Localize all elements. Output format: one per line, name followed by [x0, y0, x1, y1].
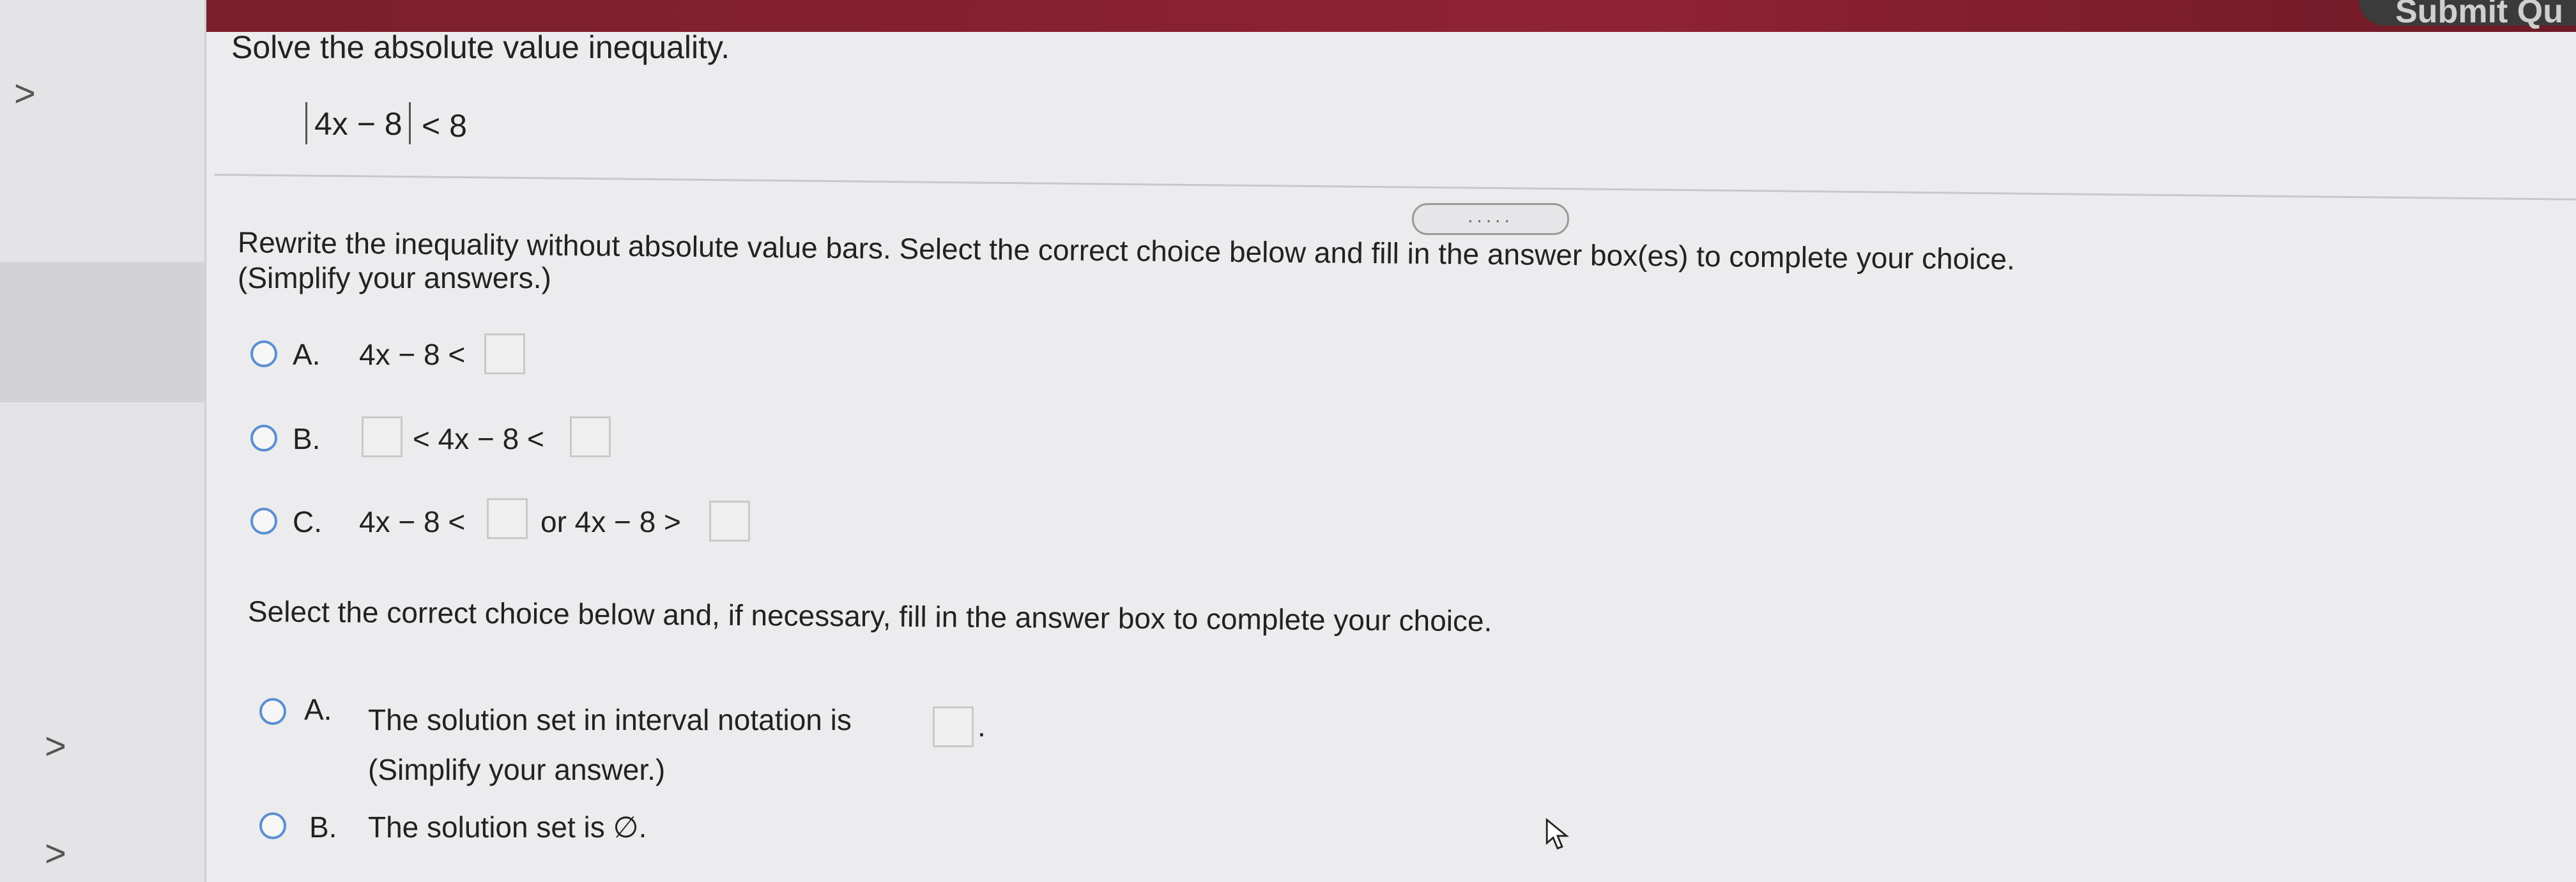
part2-choice-b-letter: B.: [309, 810, 337, 844]
question-sidebar: > > >: [0, 0, 206, 882]
sidebar-chevron-right-icon[interactable]: >: [45, 835, 66, 872]
sidebar-chevron-right-icon[interactable]: >: [45, 728, 66, 765]
part1-choice-c-letter: C.: [293, 505, 322, 538]
part2-choice-a-text: The solution set in interval notation is: [368, 703, 852, 736]
part1-choice-c-radio[interactable]: [250, 508, 277, 535]
abs-bar-right: [409, 102, 411, 144]
inequality-rhs: < 8: [422, 108, 467, 144]
part1-choice-a-expression: 4x − 8 <: [359, 338, 466, 371]
part2-choice-b-text: The solution set is ∅.: [368, 810, 647, 844]
part2-choice-a-note: (Simplify your answer.): [368, 753, 666, 786]
sidebar-chevron-right-icon[interactable]: >: [14, 75, 36, 112]
question-prompt: Solve the absolute value inequality.: [231, 29, 730, 65]
part1-choice-c-left-box[interactable]: [487, 498, 528, 539]
more-options-button[interactable]: .....: [1412, 203, 1569, 235]
submit-quiz-label: Submit Qu: [2395, 0, 2563, 30]
part1-choice-a-answer-box[interactable]: [484, 333, 525, 374]
top-banner: Submit Qu: [204, 0, 2576, 32]
submit-quiz-button[interactable]: Submit Qu: [2359, 0, 2576, 30]
part1-choice-b-radio[interactable]: [250, 425, 277, 452]
part1-choice-a-radio[interactable]: [250, 340, 277, 367]
part1-choice-a-letter: A.: [293, 338, 321, 371]
part2-choice-a-letter: A.: [304, 693, 332, 726]
part2-choice-a-answer-box[interactable]: [933, 706, 974, 747]
abs-bar-left: [305, 102, 307, 144]
sidebar-selected-band: [0, 262, 204, 402]
part1-simplify-note: (Simplify your answers.): [238, 261, 551, 294]
inequality-inner: 4x − 8: [314, 106, 402, 142]
part1-choice-b-letter: B.: [293, 422, 321, 455]
part1-choice-c-right-expression: or 4x − 8 >: [540, 505, 681, 538]
part1-choice-b-left-box[interactable]: [362, 416, 402, 457]
part1-choice-c-right-box[interactable]: [709, 501, 750, 542]
part2-choice-b-radio[interactable]: [259, 812, 286, 839]
part1-choice-b-expression: < 4x − 8 <: [413, 422, 544, 455]
mouse-pointer-icon: [1545, 817, 1569, 850]
part1-choice-c-left-expression: 4x − 8 <: [359, 505, 466, 538]
part2-choice-a-period: .: [977, 710, 986, 743]
part2-choice-a-radio[interactable]: [259, 698, 286, 725]
part1-choice-b-right-box[interactable]: [570, 416, 611, 457]
